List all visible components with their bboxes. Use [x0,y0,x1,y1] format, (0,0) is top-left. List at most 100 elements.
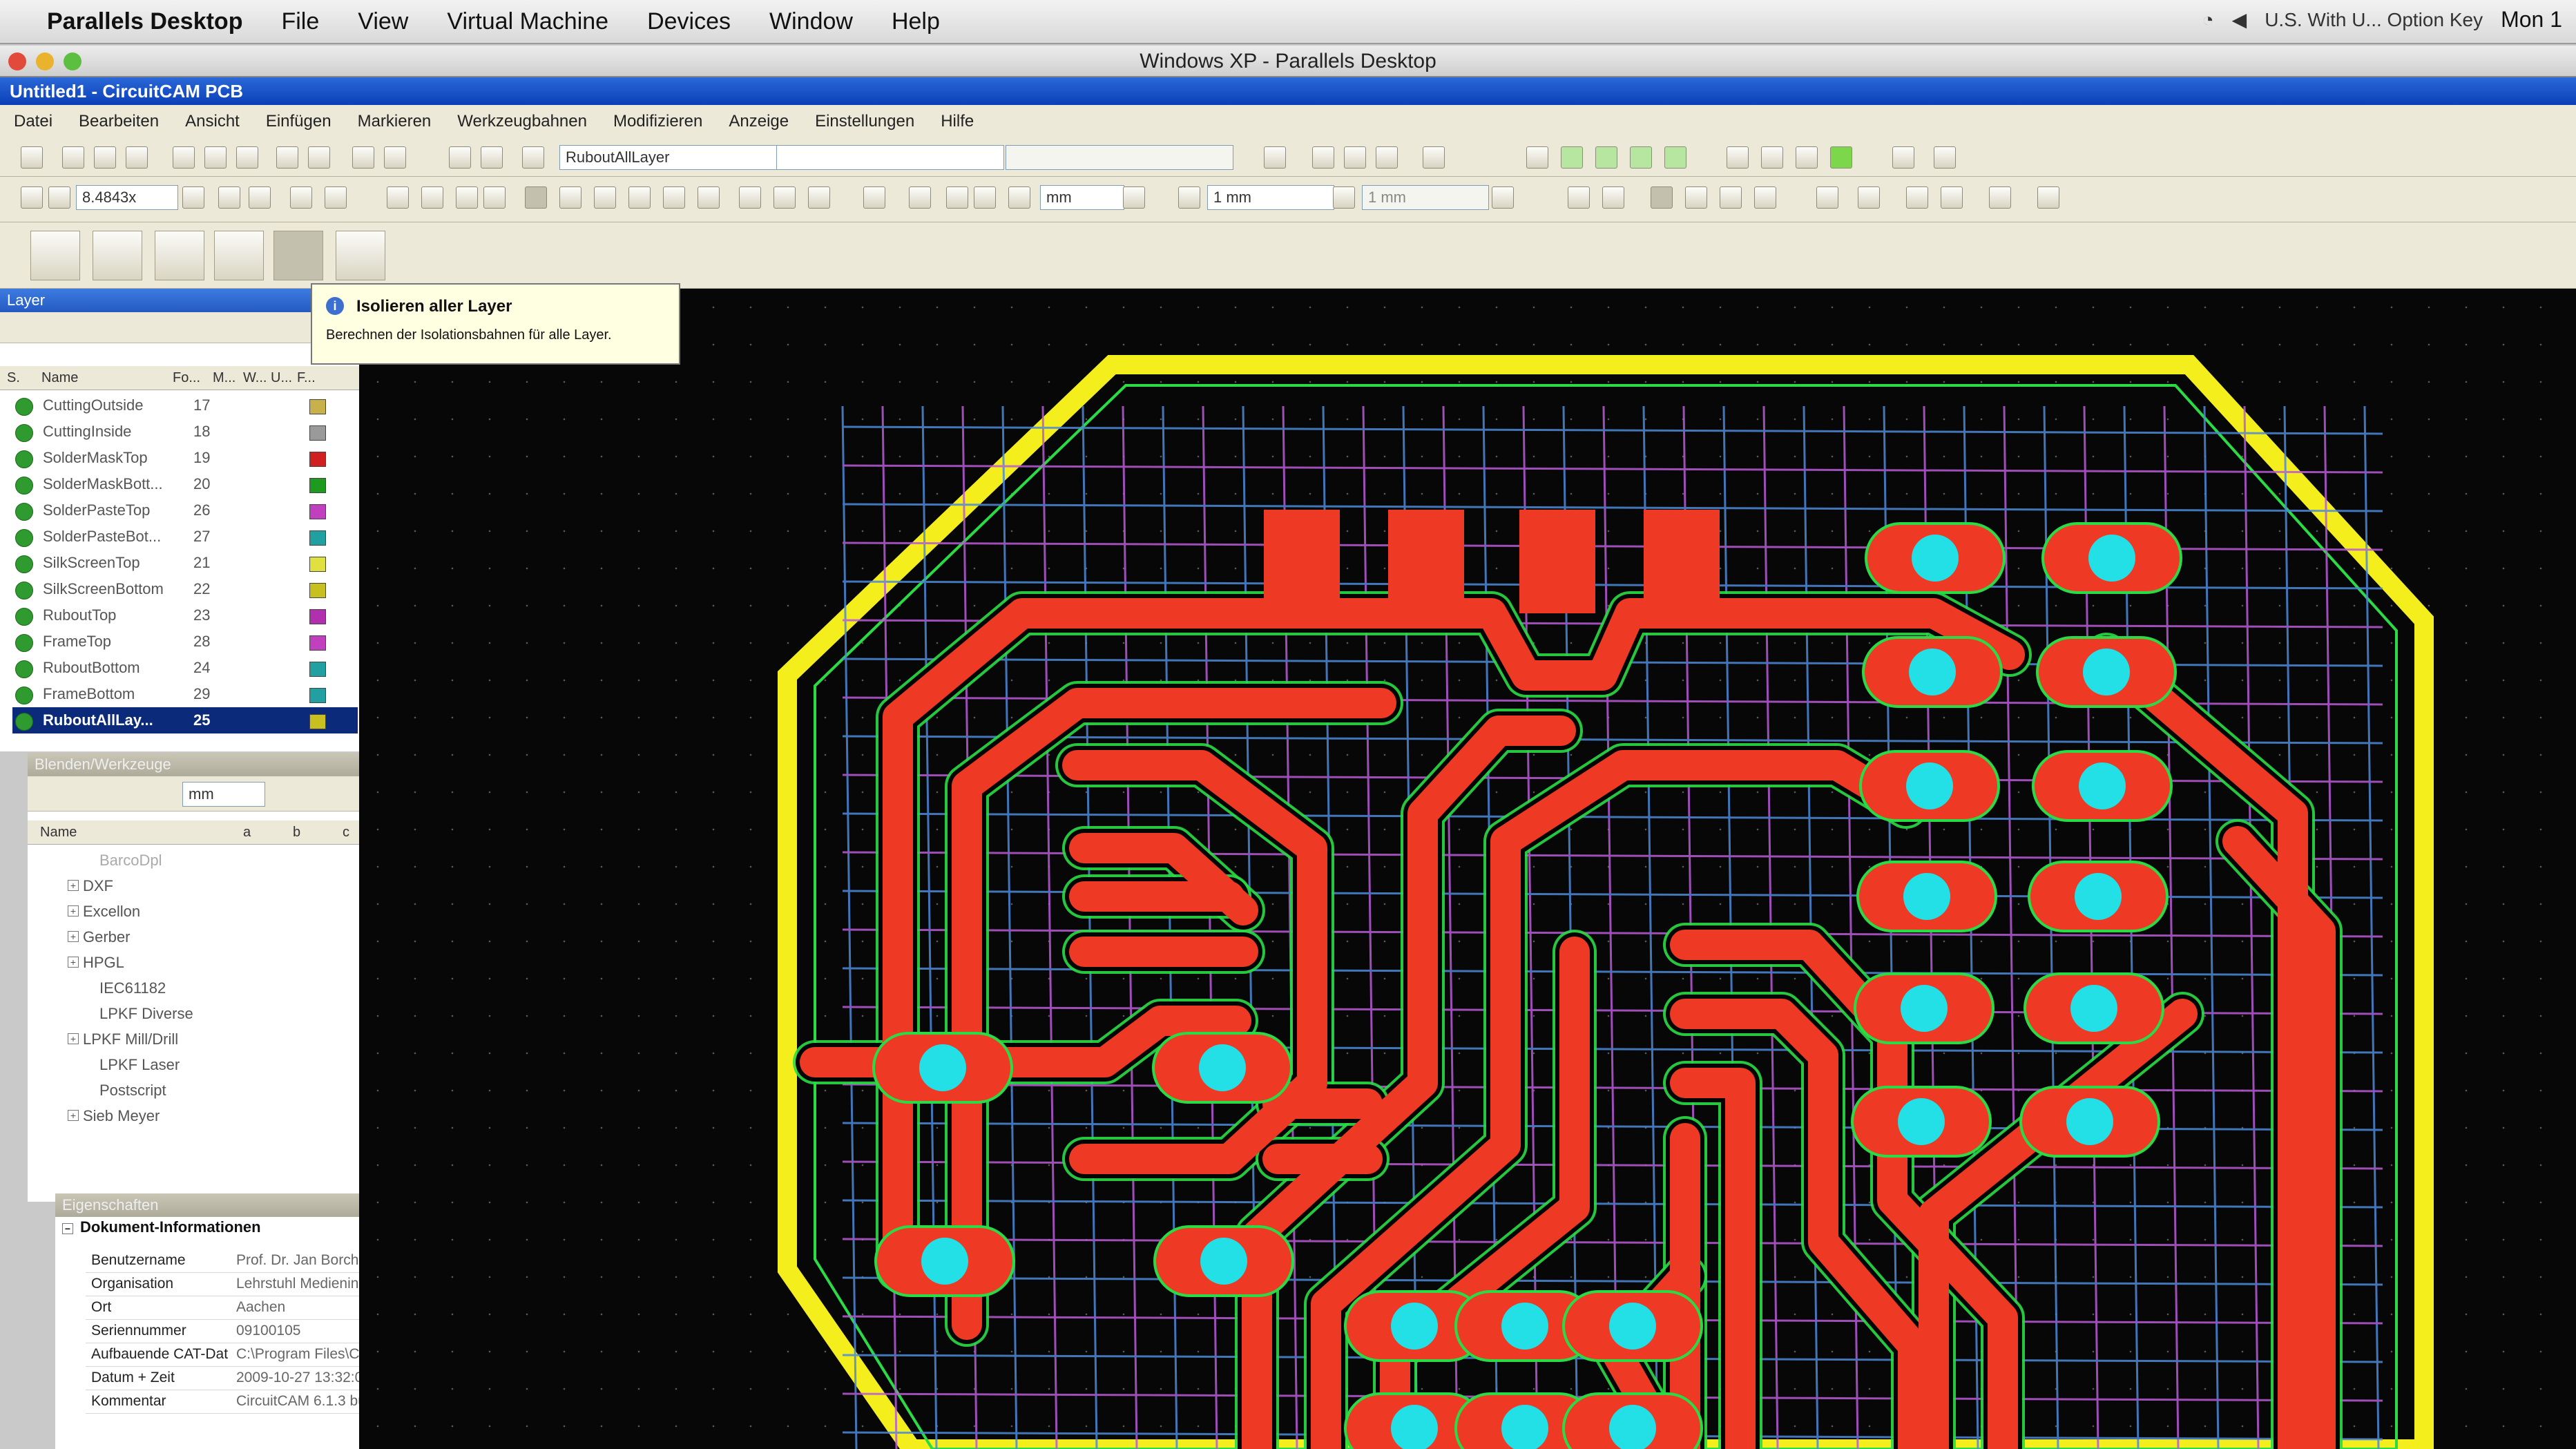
layer-color-swatch[interactable] [309,714,326,729]
menu-help[interactable]: Help [892,8,940,35]
break-icon[interactable] [698,186,720,209]
insulate-all-layers-button[interactable] [273,231,323,280]
layer-row[interactable]: FrameBottom 29 [12,681,358,707]
layer-row[interactable]: SolderMaskBott... 20 [12,471,358,497]
menu-datei[interactable]: Datei [14,112,52,131]
flip-icon[interactable] [1423,146,1445,169]
layer-color-swatch[interactable] [309,662,326,677]
menu-einstellungen[interactable]: Einstellungen [815,112,914,131]
report-icon[interactable] [1761,146,1783,169]
stretch-icon[interactable] [628,186,651,209]
layer-row[interactable]: CuttingOutside 17 [12,392,358,419]
layer-color-swatch[interactable] [309,635,326,651]
copy-icon[interactable] [204,146,227,169]
settings-icon[interactable] [1934,146,1956,169]
select-area-icon[interactable] [421,186,443,209]
export-lpkf-icon[interactable] [336,231,385,280]
menu-anzeige[interactable]: Anzeige [729,112,789,131]
visible-check-icon[interactable] [15,555,33,573]
rectangle-icon[interactable] [1685,186,1707,209]
property-row[interactable]: Datum + Zeit 2009-10-27 13:32:07 [86,1366,396,1390]
menu-bearbeiten[interactable]: Bearbeiten [79,112,159,131]
menu-ansicht[interactable]: Ansicht [185,112,240,131]
measure-icon[interactable] [863,186,885,209]
layer-color-swatch[interactable] [309,530,326,546]
open-folder-icon[interactable] [94,146,116,169]
move-icon[interactable] [594,186,616,209]
property-row[interactable]: Aufbauende CAT-Dat C:\Program Files\Circu [86,1343,396,1367]
pointer-icon[interactable] [525,186,547,209]
text-icon[interactable] [1858,186,1880,209]
tool-group-item[interactable]: Sieb Meyer [67,1104,160,1129]
layer-color-swatch[interactable] [309,504,326,519]
layer-color-swatch[interactable] [309,478,326,493]
redo-icon[interactable] [384,146,406,169]
menu-window[interactable]: Window [769,8,853,35]
clock[interactable]: Mon 1 [2501,7,2562,32]
layer-color-swatch[interactable] [309,609,326,624]
line-width-combo[interactable]: 1 mm [1207,185,1334,210]
layer-color-swatch[interactable] [309,425,326,441]
import-icon[interactable] [62,146,84,169]
zoom-window-icon[interactable] [249,186,271,209]
pen-icon[interactable] [1989,186,2011,209]
align-icon[interactable] [1312,146,1334,169]
circle-icon[interactable] [1720,186,1742,209]
cutout-icon[interactable] [155,231,204,280]
layer-row[interactable]: FrameTop 28 [12,628,358,655]
fill-icon[interactable] [1651,186,1673,209]
dashed-line-icon[interactable] [1664,146,1686,169]
select-all-icon[interactable] [739,186,761,209]
visible-check-icon[interactable] [15,660,33,678]
layer-color-icon[interactable] [481,146,503,169]
rubout-icon[interactable] [214,231,264,280]
tool-combo[interactable] [1006,145,1233,170]
new-file-icon[interactable] [21,146,43,169]
menu-devices[interactable]: Devices [647,8,731,35]
zoom-icon[interactable] [64,52,81,70]
pattern-icon[interactable] [1906,186,1928,209]
unit-combo[interactable]: mm [1040,185,1124,210]
visible-check-icon[interactable] [15,398,33,416]
layer-color-swatch[interactable] [309,557,326,572]
refresh-icon[interactable] [290,186,312,209]
tool-group-item[interactable]: IEC61182 [99,976,166,1001]
print-preview-icon[interactable] [308,146,330,169]
visible-check-icon[interactable] [15,634,33,652]
mirror-icon[interactable] [1376,146,1398,169]
layer-row[interactable]: RuboutAllLay... 25 [12,707,358,733]
input-source[interactable]: U.S. With U... Option Key [2265,9,2483,31]
collapse-icon[interactable]: − [62,1223,73,1234]
rotate-icon[interactable] [1344,146,1366,169]
layer-row[interactable]: RuboutBottom 24 [12,655,358,681]
layer-row[interactable]: RuboutTop 23 [12,602,358,628]
grid-icon[interactable] [1123,186,1145,209]
edit-node-icon[interactable] [559,186,581,209]
select-icon[interactable] [387,186,409,209]
wifi-icon[interactable]: ◔ [2202,9,2214,31]
layer-row[interactable]: SolderPasteTop 26 [12,497,358,524]
menu-virtual-machine[interactable]: Virtual Machine [447,8,608,35]
visible-check-icon[interactable] [15,529,33,547]
layer-color-swatch[interactable] [309,688,326,703]
polyline-icon[interactable] [1816,186,1838,209]
layer-row[interactable]: SilkScreenTop 21 [12,550,358,576]
property-row[interactable]: Organisation Lehrstuhl Medieninform [86,1272,396,1296]
magnifier-icon[interactable] [456,186,478,209]
track-icon[interactable] [1561,146,1583,169]
tool-group-item[interactable]: LPKF Mill/Drill [67,1027,178,1052]
visible-check-icon[interactable] [15,582,33,599]
property-row[interactable]: Ort Aachen [86,1296,396,1320]
zoom-all-icon[interactable] [21,186,43,209]
filled-circle-icon[interactable] [1754,186,1776,209]
visible-check-icon[interactable] [15,424,33,442]
menu-file[interactable]: File [281,8,319,35]
drc-check-icon[interactable] [1892,146,1914,169]
paste-icon[interactable] [236,146,258,169]
track-join-icon[interactable] [1630,146,1652,169]
export-icon[interactable] [1796,146,1818,169]
close-icon[interactable] [8,52,26,70]
property-row[interactable]: Benutzername Prof. Dr. Jan Borchers [86,1249,396,1273]
table-icon[interactable] [1941,186,1963,209]
zoom-out-icon[interactable] [218,186,240,209]
